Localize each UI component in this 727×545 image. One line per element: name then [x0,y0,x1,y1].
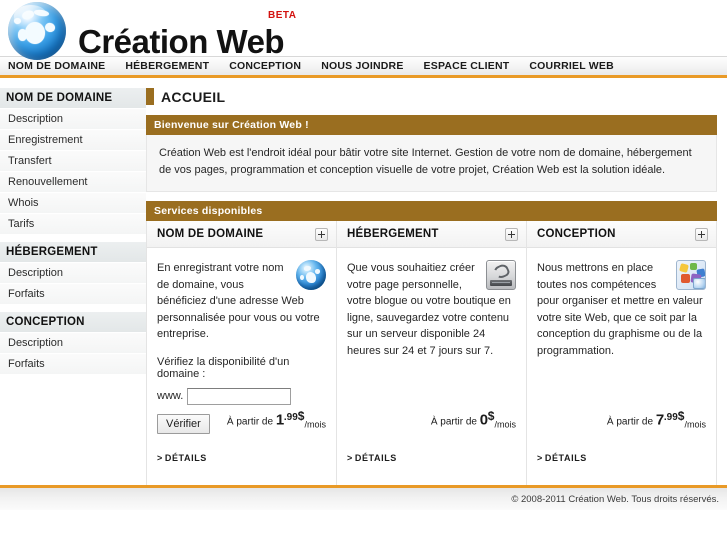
expand-plus-icon[interactable] [695,227,708,241]
logo[interactable]: Création Web [8,2,285,60]
sidebar-item-0-3[interactable]: Renouvellement [0,172,146,193]
price-decimal: .99 [663,411,678,423]
card-body-1: Que vous souhaitiez créer votre page per… [337,248,526,485]
sidebar: NOM DE DOMAINE Description Enregistrement T… [0,78,146,475]
price-period: /mois [304,419,326,430]
price-period: /mois [684,419,706,430]
card-header-1: HÉBERGEMENT [337,221,526,249]
sidebar-item-0-0[interactable]: Description [0,109,146,130]
card-price: À partir de 1.99$/mois [147,409,336,429]
page-title-text: ACCUEIL [161,88,226,105]
sidebar-group-title-2: CONCEPTION [0,312,146,333]
card-body-2: Nous mettrons en place toutes nos compét… [527,248,716,485]
main-content: ACCUEIL Bienvenue sur Création Web ! Cré… [146,78,727,487]
design-palette-icon [676,260,706,291]
price-period: /mois [494,419,516,430]
copyright-text: © 2008-2011 Création Web. Tous droits ré… [511,493,719,505]
card-body-0: En enregistrant votre nom de domaine, vo… [147,248,336,485]
nav-item-3[interactable]: NOUS JOINDRE [311,60,413,72]
sidebar-item-2-0[interactable]: Description [0,333,146,354]
card-header-2: CONCEPTION [527,221,716,249]
service-card-1: HÉBERGEMENT Que vous souhaitiez créer vot… [337,221,527,486]
sidebar-group-title-0: NOM DE DOMAINE [0,88,146,109]
sidebar-group-title-1: HÉBERGEMENT [0,242,146,263]
site-footer: © 2008-2011 Création Web. Tous droits ré… [0,485,727,510]
sidebar-item-0-2[interactable]: Transfert [0,151,146,172]
page-title: ACCUEIL [146,88,717,105]
nav-item-1[interactable]: HÉBERGEMENT [115,60,219,72]
page-root: Création Web BETA NOM DE DOMAINE HÉBERGEM… [0,0,727,545]
nav-item-0[interactable]: NOM DE DOMAINE [4,60,115,72]
card-title: HÉBERGEMENT [347,228,439,241]
price-prefix: À partir de [430,416,477,428]
expand-plus-icon[interactable] [315,227,328,241]
details-label: DÉTAILS [544,453,587,464]
card-price: À partir de 0$/mois [337,409,526,429]
expand-plus-icon[interactable] [505,227,518,241]
price-prefix: À partir de [606,416,654,428]
service-card-2: CONCEPTION Nous mettrons en place toutes … [527,221,716,485]
chevron-right-icon: > [157,453,163,464]
sidebar-item-1-1[interactable]: Forfaits [0,284,146,305]
welcome-text: Création Web est l'endroit idéal pour bâ… [146,135,717,193]
services-bar: Services disponibles [146,201,717,222]
service-cards: NOM DE DOMAINE En enregistrant votre nom … [146,221,717,487]
sidebar-item-0-1[interactable]: Enregistrement [0,130,146,151]
sidebar-item-0-4[interactable]: Whois [0,193,146,214]
service-card-0: NOM DE DOMAINE En enregistrant votre nom … [147,221,337,486]
welcome-bar: Bienvenue sur Création Web ! [146,115,717,135]
sidebar-item-0-5[interactable]: Tarifs [0,214,146,235]
details-label: DÉTAILS [164,453,207,464]
card-title: CONCEPTION [537,228,616,241]
domain-check-label: Vérifiez la disponibilité d'un domaine : [157,355,290,380]
details-link[interactable]: > DÉTAILS [537,453,587,463]
price-integer: 0 [479,411,488,429]
card-header-0: NOM DE DOMAINE [147,221,336,249]
beta-badge: BETA [268,10,297,21]
globe-icon [8,2,66,60]
price-prefix: À partir de [226,416,274,428]
card-price: À partir de 7.99$/mois [527,409,716,429]
details-link[interactable]: > DÉTAILS [157,453,207,463]
price-decimal: .99 [283,411,298,423]
chevron-right-icon: > [347,453,353,464]
body-wrapper: NOM DE DOMAINE Description Enregistrement T… [0,78,727,487]
price-integer: 1 [275,411,284,429]
www-prefix: www. [157,390,184,403]
brand-name: Création Web [78,22,285,60]
title-accent-tab [146,88,154,105]
sidebar-item-1-0[interactable]: Description [0,263,146,284]
nav-item-2[interactable]: CONCEPTION [219,60,311,72]
disk-drive-icon [486,260,516,291]
price-integer: 7 [655,411,664,429]
domain-check-row: www. [157,387,326,405]
chevron-right-icon: > [537,453,543,464]
globe-icon [296,260,326,291]
nav-item-5[interactable]: COURRIEL WEB [519,60,623,72]
site-header: Création Web BETA [0,0,727,60]
sidebar-item-2-1[interactable]: Forfaits [0,354,146,375]
domain-input[interactable] [187,387,292,405]
details-link[interactable]: > DÉTAILS [347,453,397,463]
card-title: NOM DE DOMAINE [157,228,264,241]
nav-item-4[interactable]: ESPACE CLIENT [414,60,520,72]
details-label: DÉTAILS [354,453,397,464]
